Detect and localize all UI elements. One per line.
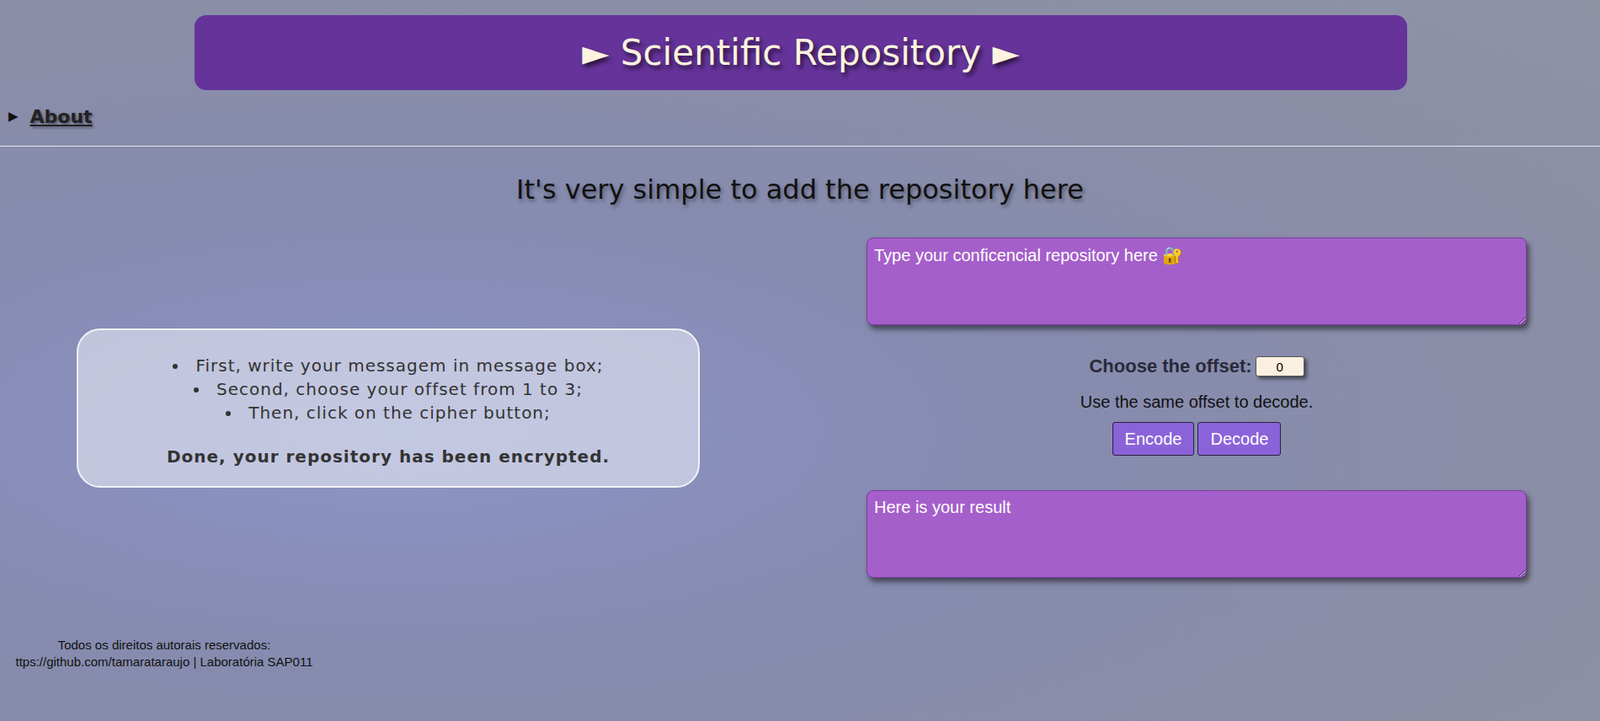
- instructions-card: First, write your messagem in message bo…: [76, 328, 700, 488]
- page-title: ► Scientific Repository ►: [581, 32, 1020, 74]
- about-toggle[interactable]: ▶ About: [8, 103, 1600, 129]
- steps-list: First, write your messagem in message bo…: [95, 353, 682, 425]
- about-label[interactable]: About: [30, 106, 93, 128]
- offset-label: Choose the offset:: [1088, 355, 1252, 378]
- cipher-button[interactable]: Decode: [1197, 421, 1281, 456]
- divider: [0, 145, 1600, 147]
- offset-input[interactable]: [1255, 356, 1305, 377]
- disclosure-icon: ▶: [8, 108, 19, 124]
- footer-line: ttps://github.com/tamarataraujo | Labora…: [0, 653, 329, 671]
- footer-line: Todos os direitos autorais reservados:: [0, 636, 329, 654]
- message-box[interactable]: [866, 237, 1527, 326]
- main-content: First, write your messagem in message bo…: [0, 237, 1600, 578]
- footer: Todos os direitos autorais reservados:tt…: [0, 636, 329, 671]
- offset-row: Choose the offset:: [1088, 355, 1304, 378]
- step-item: Then, click on the cipher button;: [95, 400, 682, 425]
- page: ► Scientific Repository ► ▶ About It's v…: [0, 0, 1600, 721]
- cipher-form: Choose the offset: Use the same offset t…: [866, 237, 1527, 578]
- section-heading: It's very simple to add the repository h…: [0, 173, 1600, 206]
- step-item: First, write your messagem in message bo…: [95, 353, 682, 378]
- cipher-button[interactable]: Encode: [1112, 421, 1195, 456]
- button-group: EncodeDecode: [1112, 421, 1282, 456]
- offset-note: Use the same offset to decode.: [1080, 392, 1313, 412]
- step-item: Second, choose your offset from 1 to 3;: [95, 377, 682, 401]
- result-box[interactable]: [866, 490, 1527, 578]
- header-bar: ► Scientific Repository ►: [194, 15, 1408, 91]
- done-text: Done, your repository has been encrypted…: [95, 446, 682, 467]
